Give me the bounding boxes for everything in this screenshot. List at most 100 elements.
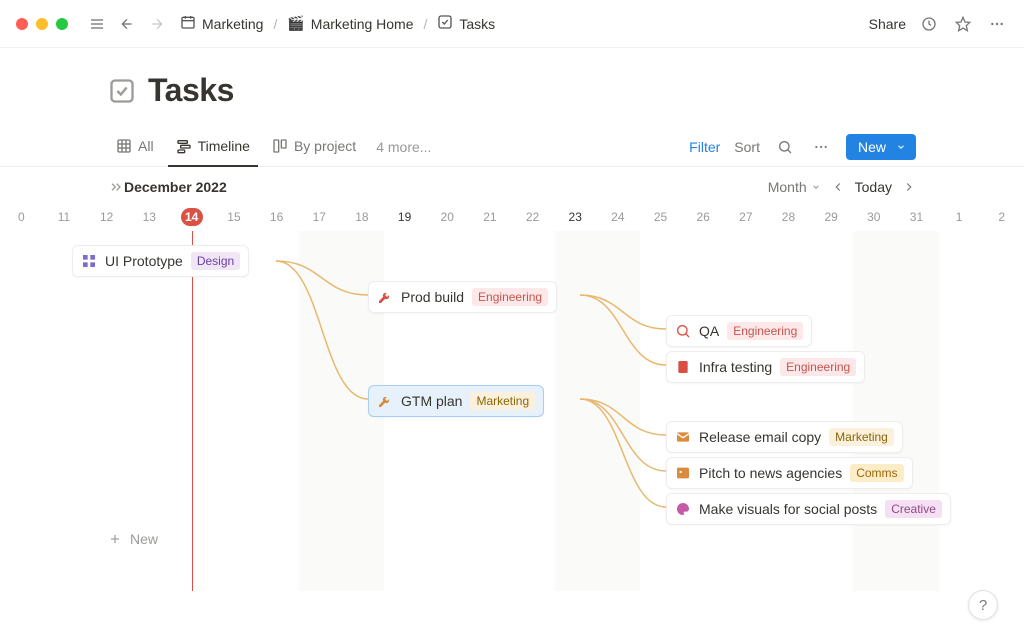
date-cell: 11 <box>43 203 86 231</box>
menu-icon[interactable] <box>86 13 108 35</box>
expand-icon[interactable] <box>108 176 124 198</box>
date-cell: 30 <box>852 203 895 231</box>
timeline-header: December 2022 Month Today <box>0 171 1024 203</box>
tab-label: Timeline <box>198 138 250 154</box>
tag-engineering: Engineering <box>472 288 548 306</box>
breadcrumb-tasks[interactable]: Tasks <box>433 12 499 35</box>
today-button[interactable]: Today <box>855 179 892 195</box>
date-cell: 17 <box>298 203 341 231</box>
wrench-icon <box>377 289 393 305</box>
breadcrumb: Marketing / 🎬 Marketing Home / Tasks <box>176 12 861 35</box>
back-icon[interactable] <box>116 13 138 35</box>
tag-creative: Creative <box>885 500 942 518</box>
share-button[interactable]: Share <box>869 16 906 32</box>
tag-engineering: Engineering <box>727 322 803 340</box>
tab-timeline[interactable]: Timeline <box>168 127 258 167</box>
task-card-release-email[interactable]: Release email copyMarketing <box>666 421 903 453</box>
next-icon[interactable] <box>902 176 916 198</box>
mail-icon <box>675 429 691 445</box>
new-button[interactable]: New <box>846 134 916 160</box>
tag-engineering: Engineering <box>780 358 856 376</box>
breadcrumb-label: Marketing Home <box>311 16 414 32</box>
minimize-window-icon[interactable] <box>36 18 48 30</box>
breadcrumb-label: Marketing <box>202 16 263 32</box>
new-row-label: New <box>130 531 158 547</box>
calendar-icon <box>180 14 196 33</box>
chevron-down-icon <box>896 139 906 155</box>
timeline-body[interactable]: New UI PrototypeDesign Prod build Engineer… <box>0 231 1024 591</box>
breadcrumb-marketing[interactable]: Marketing <box>176 12 267 35</box>
date-cell: 24 <box>597 203 640 231</box>
date-cell: 15 <box>213 203 256 231</box>
traffic-lights <box>16 18 68 30</box>
timeline-controls: Month Today <box>768 176 916 198</box>
page-header: Tasks <box>0 72 1024 109</box>
card-title: Pitch to news agencies <box>699 465 842 481</box>
date-cell: 1 <box>938 203 981 231</box>
tab-by-project[interactable]: By project <box>264 127 364 167</box>
maximize-window-icon[interactable] <box>56 18 68 30</box>
date-cell: 26 <box>682 203 725 231</box>
prev-icon[interactable] <box>831 176 845 198</box>
task-card-pitch[interactable]: Pitch to news agencies Comms <box>666 457 913 489</box>
checkbox-icon <box>108 77 136 105</box>
new-row-button[interactable]: New <box>108 531 158 547</box>
breadcrumb-separator: / <box>424 16 428 32</box>
today-line <box>192 231 193 591</box>
date-cell: 28 <box>767 203 810 231</box>
task-card-qa[interactable]: QA Engineering <box>666 315 812 347</box>
breadcrumb-separator: / <box>273 16 277 32</box>
page-body: Tasks All Timeline By project 4 more... … <box>0 48 1024 591</box>
help-button[interactable]: ? <box>968 590 998 620</box>
grid-icon <box>81 253 97 269</box>
forward-icon[interactable] <box>146 13 168 35</box>
date-cell: 27 <box>725 203 768 231</box>
date-cell: 16 <box>255 203 298 231</box>
page-title: Tasks <box>148 72 234 109</box>
more-icon[interactable] <box>810 136 832 158</box>
new-button-label: New <box>858 139 886 155</box>
card-title: QA <box>699 323 719 339</box>
month-label: December 2022 <box>124 179 227 195</box>
views-bar: All Timeline By project 4 more... Filter… <box>0 127 1024 167</box>
tag-marketing: Marketing <box>470 392 535 410</box>
page-icon <box>675 359 691 375</box>
tab-all[interactable]: All <box>108 127 162 167</box>
close-window-icon[interactable] <box>16 18 28 30</box>
card-title: Prod build <box>401 289 464 305</box>
search-icon[interactable] <box>774 136 796 158</box>
date-cell: 29 <box>810 203 853 231</box>
card-title: Infra testing <box>699 359 772 375</box>
breadcrumb-marketing-home[interactable]: 🎬 Marketing Home <box>283 13 417 34</box>
date-cell: 21 <box>469 203 512 231</box>
task-card-prod-build[interactable]: Prod build Engineering <box>368 281 557 313</box>
more-icon[interactable] <box>986 13 1008 35</box>
views-actions: Filter Sort New <box>689 134 1024 160</box>
views-more[interactable]: 4 more... <box>376 139 431 155</box>
tag-comms: Comms <box>850 464 903 482</box>
date-cell: 23 <box>554 203 597 231</box>
card-title: UI Prototype <box>105 253 183 269</box>
wrench-icon <box>377 393 393 409</box>
window-header: Marketing / 🎬 Marketing Home / Tasks Sha… <box>0 0 1024 48</box>
date-cell: 25 <box>639 203 682 231</box>
date-cell: 22 <box>511 203 554 231</box>
task-card-ui-prototype[interactable]: UI PrototypeDesign <box>72 245 249 277</box>
date-cell: 19 <box>383 203 426 231</box>
clock-icon[interactable] <box>918 13 940 35</box>
task-card-gtm-plan[interactable]: GTM plan Marketing <box>368 385 544 417</box>
card-title: GTM plan <box>401 393 462 409</box>
star-icon[interactable] <box>952 13 974 35</box>
tag-marketing: Marketing <box>829 428 894 446</box>
task-card-infra-testing[interactable]: Infra testing Engineering <box>666 351 865 383</box>
task-card-visuals[interactable]: Make visuals for social postsCreative <box>666 493 951 525</box>
scale-selector[interactable]: Month <box>768 179 821 195</box>
search-icon <box>675 323 691 339</box>
clapper-icon: 🎬 <box>287 15 304 32</box>
filter-button[interactable]: Filter <box>689 139 720 155</box>
scale-label: Month <box>768 179 807 195</box>
header-actions: Share <box>869 13 1008 35</box>
date-cell: 13 <box>128 203 171 231</box>
tab-label: All <box>138 138 154 154</box>
sort-button[interactable]: Sort <box>734 139 760 155</box>
